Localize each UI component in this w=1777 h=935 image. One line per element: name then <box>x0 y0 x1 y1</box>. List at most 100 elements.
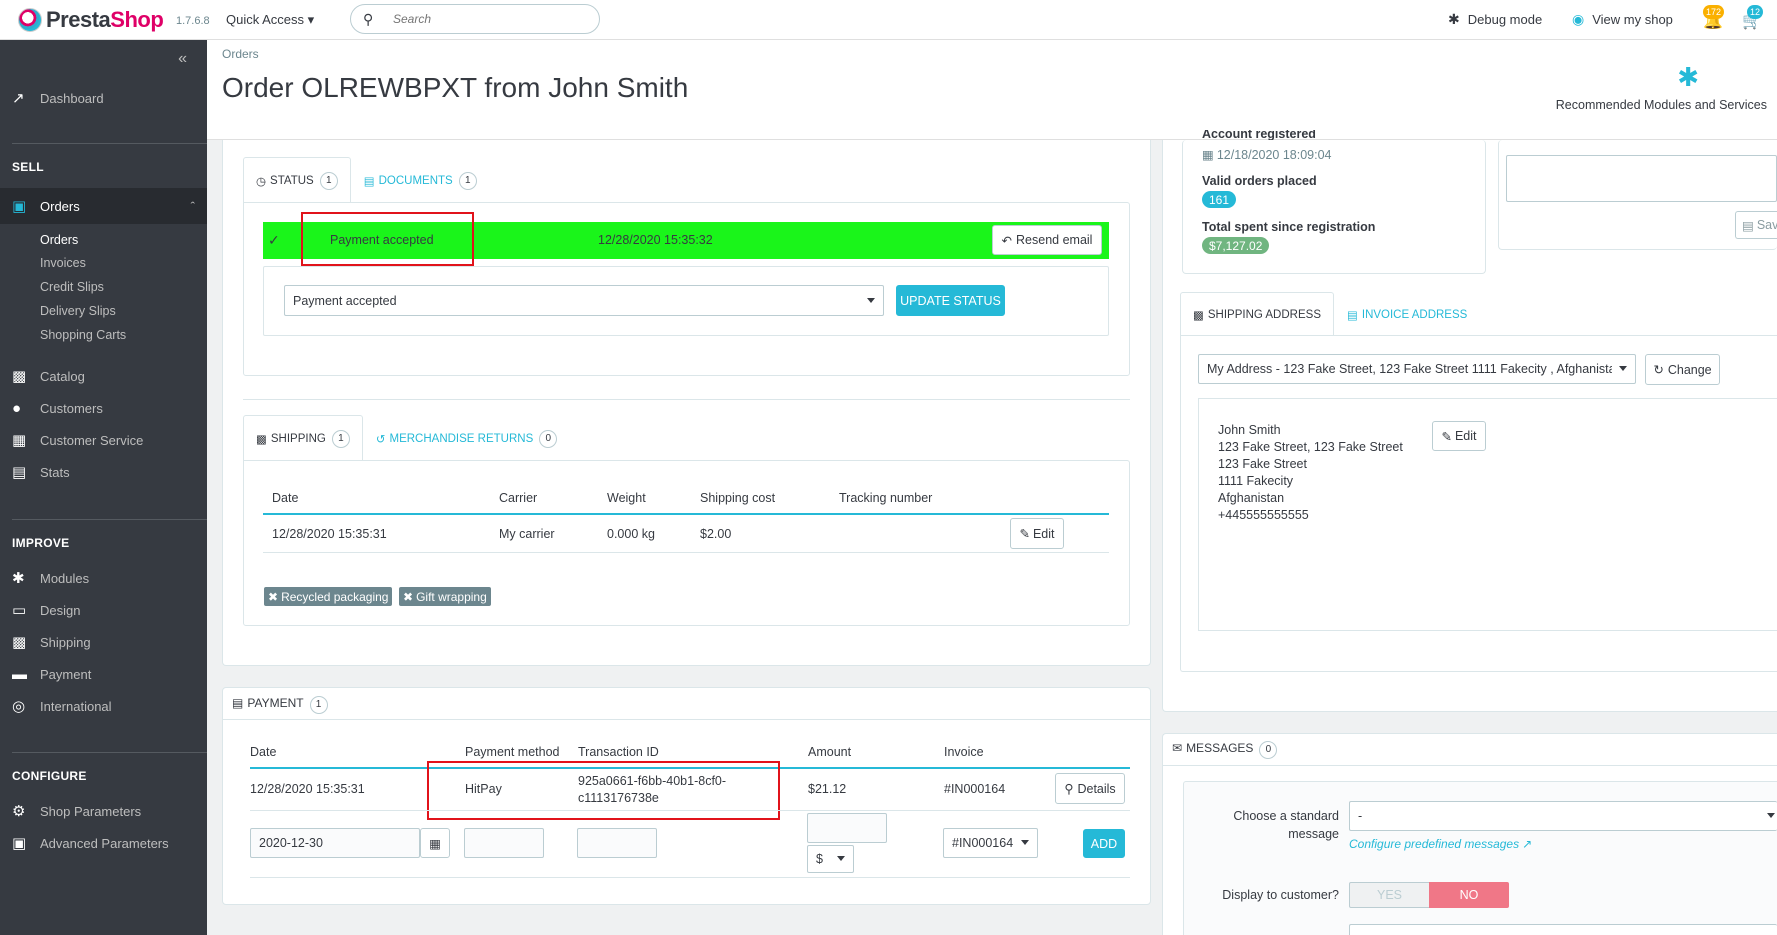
add-payment-button[interactable]: ADD <box>1083 829 1125 858</box>
file-icon: ▤ <box>1347 309 1358 322</box>
search-box[interactable]: ⚲ <box>350 4 600 34</box>
collapse-sidebar-icon[interactable]: « <box>178 50 187 68</box>
view-shop-link[interactable]: ◉ View my shop <box>1572 11 1673 28</box>
prestashop-logo-icon <box>18 8 42 32</box>
column-header-amount: Amount <box>808 745 852 759</box>
tab-label: MERCHANDISE RETURNS <box>389 432 534 445</box>
valid-orders-badge: 161 <box>1202 191 1237 208</box>
status-select[interactable]: Payment accepted <box>284 285 884 316</box>
currency-select[interactable]: $ <box>807 845 854 873</box>
payment-details-button[interactable]: ⚲ Details <box>1055 773 1125 804</box>
standard-message-select[interactable]: - <box>1349 801 1777 831</box>
payment-method-input[interactable] <box>464 828 544 858</box>
link-label: Configure predefined messages <box>1349 837 1520 851</box>
tab-shipping-address[interactable]: ▩ SHIPPING ADDRESS <box>1180 292 1334 336</box>
bar-chart-icon: ▤ <box>12 464 27 481</box>
search-input[interactable] <box>393 10 583 28</box>
tab-shipping[interactable]: ▩ SHIPPING 1 <box>243 415 363 461</box>
button-label: Edit <box>1454 429 1477 443</box>
sidebar-item-dashboard[interactable]: ↗ Dashboard <box>0 82 207 114</box>
sidebar-item-orders[interactable]: ▣ Orders ˆ <box>0 188 207 224</box>
valid-orders-label: Valid orders placed <box>1202 174 1317 188</box>
tab-label: DOCUMENTS <box>378 174 453 187</box>
table-row-divider <box>250 810 1130 811</box>
badge-label: Gift wrapping <box>416 589 487 604</box>
credit-card-icon: ▬ <box>12 665 27 683</box>
calendar-icon[interactable]: ▦ <box>420 828 450 858</box>
transaction-id-input[interactable] <box>577 828 657 858</box>
select-value: My Address - 123 Fake Street, 123 Fake S… <box>1207 362 1612 376</box>
sidebar-item-shipping[interactable]: ▩ Shipping <box>0 626 207 658</box>
sidebar-item-payment[interactable]: ▬ Payment <box>0 658 207 690</box>
change-address-button[interactable]: ↻ Change <box>1645 354 1720 385</box>
configure-predefined-messages-link[interactable]: Configure predefined messages ↗ <box>1349 837 1532 851</box>
quick-access-dropdown[interactable]: Quick Access ▾ <box>226 12 314 28</box>
tab-merchandise-returns[interactable]: ↺ MERCHANDISE RETURNS 0 <box>363 415 570 461</box>
payment-date-input[interactable]: 2020-12-30 <box>250 828 420 858</box>
sidebar-item-stats[interactable]: ▤ Stats <box>0 456 207 488</box>
resend-email-button[interactable]: ↶ Resend email <box>992 225 1102 255</box>
private-note-textarea[interactable] <box>1506 155 1777 202</box>
tab-count: 0 <box>539 429 558 448</box>
address-select[interactable]: My Address - 123 Fake Street, 123 Fake S… <box>1198 354 1636 384</box>
sidebar-item-modules[interactable]: ✱ Modules <box>0 562 207 594</box>
sidebar-item-label: Advanced Parameters <box>40 835 169 851</box>
sidebar-item-international[interactable]: ◎ International <box>0 690 207 722</box>
sidebar-item-advanced-parameters[interactable]: ▣ Advanced Parameters <box>0 827 207 859</box>
divider <box>1162 765 1777 766</box>
logo-prefix: Presta <box>46 7 111 32</box>
display-to-customer-label: Display to customer? <box>1222 888 1339 902</box>
breadcrumb[interactable]: Orders <box>222 47 259 61</box>
panel-count: 1 <box>309 696 328 714</box>
tab-status[interactable]: ◷ STATUS 1 <box>243 157 351 203</box>
pencil-icon: ✎ <box>1441 429 1452 444</box>
page-title: Order OLREWBPXT from John Smith <box>222 72 689 103</box>
sidebar-item-customer-service[interactable]: ▦ Customer Service <box>0 424 207 456</box>
address-line-city: 1111 Fakecity <box>1218 474 1294 488</box>
account-registered-label: Account registered <box>1202 130 1316 140</box>
save-note-button[interactable]: ▤ Sav <box>1735 211 1777 239</box>
prestashop-logo[interactable]: PrestaShop <box>18 7 164 33</box>
sidebar-item-design[interactable]: ▭ Design <box>0 594 207 626</box>
display-no-toggle[interactable]: NO <box>1429 882 1509 908</box>
sidebar-item-catalog[interactable]: ▩ Catalog <box>0 360 207 392</box>
highlight-box <box>427 761 780 820</box>
button-label: Edit <box>1032 526 1055 541</box>
sidebar-item-shop-parameters[interactable]: ⚙ Shop Parameters <box>0 795 207 827</box>
payment-invoice: #IN000164 <box>944 782 1006 796</box>
invoice-select[interactable]: #IN000164 <box>943 828 1038 858</box>
sidebar-subitem-orders[interactable]: Orders <box>40 233 78 247</box>
shipping-weight: 0.000 kg <box>607 527 655 541</box>
tab-documents[interactable]: ▤ DOCUMENTS 1 <box>351 157 490 203</box>
payment-panel-title: ▤ PAYMENT 1 <box>232 696 328 714</box>
recommended-modules-link[interactable]: Recommended Modules and Services <box>1556 98 1767 112</box>
check-icon: ✓ <box>268 232 280 248</box>
top-header: PrestaShop 1.7.6.8 Quick Access ▾ ⚲ ✱ De… <box>0 0 1777 40</box>
sidebar-subitem-credit-slips[interactable]: Credit Slips <box>40 280 104 294</box>
edit-shipping-button[interactable]: ✎ Edit <box>1010 518 1064 549</box>
sidebar-subitem-delivery-slips[interactable]: Delivery Slips <box>40 304 116 318</box>
tab-label: INVOICE ADDRESS <box>1361 308 1468 321</box>
envelope-icon: ✉ <box>1172 741 1183 755</box>
sidebar-item-customers[interactable]: ● Customers <box>0 392 207 424</box>
sidebar-divider <box>12 143 207 144</box>
search-icon: ⚲ <box>363 11 374 27</box>
tab-invoice-address[interactable]: ▤ INVOICE ADDRESS <box>1334 292 1480 336</box>
bug-icon: ✱ <box>1448 11 1460 27</box>
sidebar-subitem-shopping-carts[interactable]: Shopping Carts <box>40 328 126 342</box>
logo-text: PrestaShop <box>46 7 164 33</box>
button-label: Resend email <box>1016 233 1093 247</box>
chevron-down-icon <box>867 297 875 303</box>
choose-message-label-1: Choose a standard <box>1233 809 1339 823</box>
display-yes-toggle[interactable]: YES <box>1349 882 1430 908</box>
update-status-button[interactable]: UPDATE STATUS <box>896 285 1005 316</box>
store-icon: ▩ <box>12 368 27 385</box>
amount-input[interactable] <box>807 813 887 843</box>
sidebar-subitem-invoices[interactable]: Invoices <box>40 256 86 270</box>
edit-address-button[interactable]: ✎ Edit <box>1432 421 1486 451</box>
debug-mode-link[interactable]: ✱ Debug mode <box>1448 11 1542 28</box>
divider <box>243 399 1130 400</box>
message-textarea[interactable] <box>1349 924 1777 935</box>
payment-date: 12/28/2020 15:35:31 <box>250 782 365 796</box>
sidebar-item-label: Dashboard <box>40 90 104 106</box>
